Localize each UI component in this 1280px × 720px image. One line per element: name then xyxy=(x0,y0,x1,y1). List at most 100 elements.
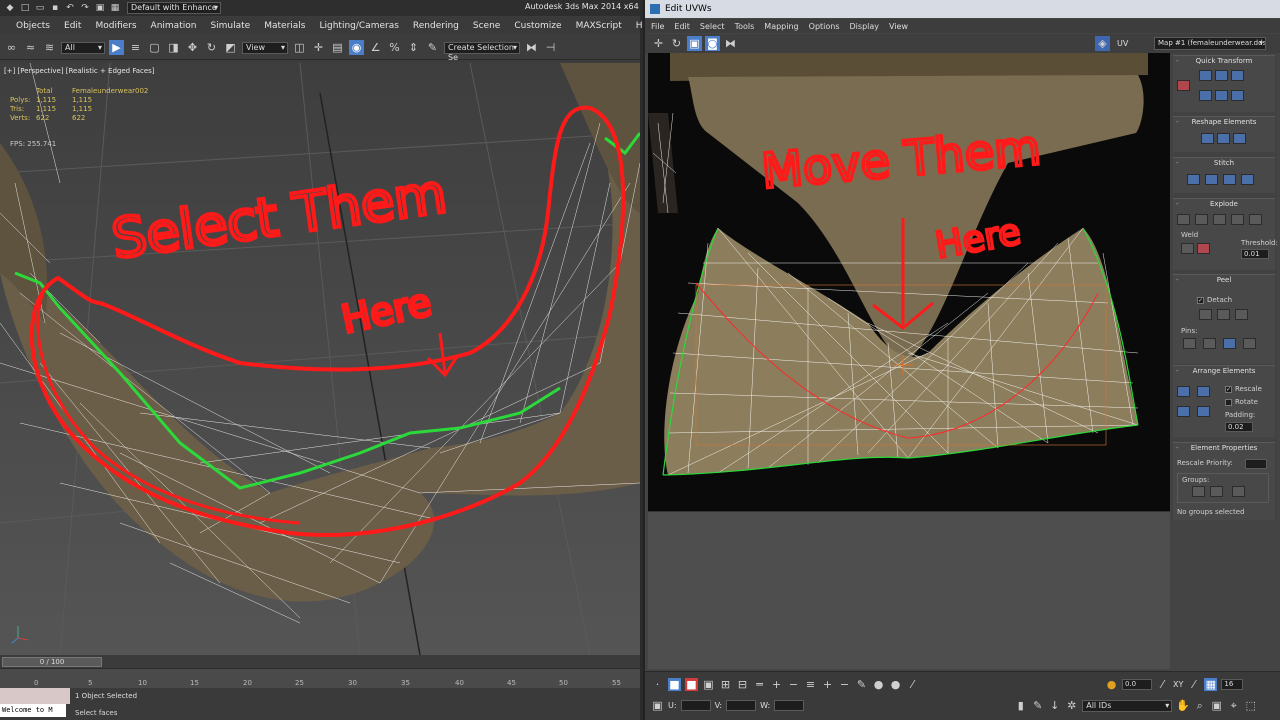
keyboard-shortcut-icon[interactable]: ▤ xyxy=(330,40,345,55)
align-icon[interactable]: ⊣ xyxy=(543,40,558,55)
space-horizontal-icon[interactable] xyxy=(1215,90,1228,101)
checker-icon[interactable]: ◈ xyxy=(1095,36,1110,51)
menu-rendering[interactable]: Rendering xyxy=(413,21,459,31)
absolute-mode-icon[interactable]: ▣ xyxy=(651,699,664,712)
uv-editor-canvas[interactable]: Move Them Here xyxy=(648,53,1170,511)
maxscript-welcome[interactable]: Welcome to M xyxy=(0,704,66,717)
paint-shrink-icon[interactable]: ● xyxy=(889,678,902,691)
freeform-icon[interactable]: ◙ xyxy=(705,36,720,51)
selection-filter-dropdown[interactable]: All xyxy=(61,41,105,54)
named-selection-dropdown[interactable]: Create Selection Se xyxy=(444,41,520,62)
zoom-extents-icon[interactable]: ▣ xyxy=(1210,699,1223,712)
explode-header[interactable]: Explode xyxy=(1173,199,1275,210)
menu-modifiers[interactable]: Modifiers xyxy=(95,21,136,31)
angle-snap-icon[interactable]: ∠ xyxy=(368,40,383,55)
menu-objects[interactable]: Objects xyxy=(16,21,50,31)
element-mode-icon[interactable]: ▣ xyxy=(702,678,715,691)
stitch-average-icon[interactable] xyxy=(1205,174,1218,185)
reshape-header[interactable]: Reshape Elements xyxy=(1173,117,1275,128)
paint-select-icon[interactable]: ✎ xyxy=(855,678,868,691)
uvw-menu-display[interactable]: Display xyxy=(850,22,880,31)
viewport-label[interactable]: [+] [Perspective] [Realistic + Edged Fac… xyxy=(4,67,155,75)
grow-vertical-icon[interactable]: + xyxy=(770,678,783,691)
app-menu-icon[interactable]: ◆ xyxy=(4,3,16,14)
polygon-mode-icon[interactable]: ■ xyxy=(685,678,698,691)
pin-icon[interactable] xyxy=(1183,338,1196,349)
element-props-header[interactable]: Element Properties xyxy=(1173,443,1275,454)
align-to-edge-icon[interactable] xyxy=(1199,90,1212,101)
scale-icon[interactable]: ▣ xyxy=(687,36,702,51)
select-move-icon[interactable]: ✥ xyxy=(185,40,200,55)
rect-selection-icon[interactable]: ▢ xyxy=(147,40,162,55)
paint-grow-icon[interactable]: ● xyxy=(872,678,885,691)
arrange-header[interactable]: Arrange Elements xyxy=(1173,366,1275,377)
pan-icon[interactable]: ✋ xyxy=(1176,699,1190,712)
select-object-icon[interactable]: ▶ xyxy=(109,40,124,55)
limit-icon[interactable]: ⁄ xyxy=(1187,678,1200,691)
rotate-checkbox[interactable] xyxy=(1225,399,1232,406)
peel-mode-icon[interactable] xyxy=(1217,309,1230,320)
uvw-menu-edit[interactable]: Edit xyxy=(674,22,690,31)
project-folder-icon[interactable]: ▣ xyxy=(94,3,106,14)
uvw-menu-select[interactable]: Select xyxy=(700,22,725,31)
uvw-menu-options[interactable]: Options xyxy=(809,22,840,31)
uvw-menu-mapping[interactable]: Mapping xyxy=(764,22,798,31)
set-pivot-icon[interactable] xyxy=(1177,80,1190,91)
menu-scene[interactable]: Scene xyxy=(473,21,500,31)
settings-icon[interactable]: ✲ xyxy=(1065,699,1078,712)
perspective-viewport[interactable]: Select Them Here [+] [Perspective] [Real… xyxy=(0,63,640,655)
pivot-center-icon[interactable]: ◫ xyxy=(292,40,307,55)
ref-coord-dropdown[interactable]: View xyxy=(242,41,288,54)
menu-customize[interactable]: Customize xyxy=(514,21,561,31)
v-spinner[interactable] xyxy=(726,700,757,711)
save-file-icon[interactable]: ▪ xyxy=(49,3,61,14)
redo-icon[interactable]: ↷ xyxy=(79,3,91,14)
snaps-toggle-icon[interactable]: ◉ xyxy=(349,40,364,55)
window-crossing-icon[interactable]: ◨ xyxy=(166,40,181,55)
explode-polygon-icon[interactable] xyxy=(1231,214,1244,225)
grow-selection-icon[interactable]: ⊞ xyxy=(719,678,732,691)
quick-transform-header[interactable]: Quick Transform xyxy=(1173,56,1275,67)
percent-snap-icon[interactable]: % xyxy=(387,40,402,55)
flatten-icon[interactable] xyxy=(1213,214,1226,225)
falloff-spinner[interactable]: 0.0 xyxy=(1122,679,1152,690)
lock-icon[interactable]: ▮ xyxy=(1014,699,1027,712)
select-pinned-icon[interactable] xyxy=(1243,338,1256,349)
stitch-target-icon[interactable] xyxy=(1187,174,1200,185)
select-manipulate-icon[interactable]: ✛ xyxy=(311,40,326,55)
unpin-icon[interactable] xyxy=(1203,338,1216,349)
pack-together-icon[interactable] xyxy=(1197,386,1210,397)
weld-target-icon[interactable] xyxy=(1197,243,1210,254)
open-file-icon[interactable]: ▭ xyxy=(34,3,46,14)
group-select-icon[interactable] xyxy=(1192,486,1205,497)
mirror-uv-icon[interactable]: ⧓ xyxy=(723,36,738,51)
quick-peel-icon[interactable] xyxy=(1199,309,1212,320)
detach-checkbox[interactable]: ✓ xyxy=(1197,297,1204,304)
bind-space-warp-icon[interactable]: ≋ xyxy=(42,40,57,55)
material-ids-dropdown[interactable]: All IDs xyxy=(1082,699,1173,712)
rotate-90-cw-icon[interactable] xyxy=(1231,90,1244,101)
render-icon[interactable]: ▦ xyxy=(109,3,121,14)
padding-spinner[interactable]: 0.02 xyxy=(1225,422,1253,432)
track-bar[interactable]: 0 5 10 15 20 25 30 35 40 45 50 55 xyxy=(0,668,640,688)
relax-until-flat-icon[interactable] xyxy=(1233,133,1246,144)
zoom-icon[interactable]: ⌕ xyxy=(1193,699,1206,712)
reset-peel-icon[interactable] xyxy=(1235,309,1248,320)
spinner-snap-icon[interactable]: ⇕ xyxy=(406,40,421,55)
threshold-spinner[interactable]: 0.01 xyxy=(1241,249,1269,259)
u-spinner[interactable] xyxy=(680,700,711,711)
rescale-elements-icon[interactable] xyxy=(1177,406,1190,417)
falloff-type-icon[interactable]: ⁄ xyxy=(1156,678,1169,691)
edit-named-sel-icon[interactable]: ✎ xyxy=(425,40,440,55)
rotate-90-ccw-icon[interactable] xyxy=(1231,70,1244,81)
time-slider-thumb[interactable]: 0 / 100 xyxy=(2,657,102,667)
w-spinner[interactable] xyxy=(774,700,805,711)
menu-animation[interactable]: Animation xyxy=(151,21,197,31)
new-scene-icon[interactable]: □ xyxy=(19,3,31,14)
auto-pin-icon[interactable] xyxy=(1223,338,1236,349)
vertex-mode-icon[interactable]: · xyxy=(651,678,664,691)
select-rotate-icon[interactable]: ↻ xyxy=(204,40,219,55)
link-icon[interactable]: ∞ xyxy=(4,40,19,55)
uvw-menu-view[interactable]: View xyxy=(889,22,908,31)
rescale-checkbox[interactable]: ✓ xyxy=(1225,386,1232,393)
